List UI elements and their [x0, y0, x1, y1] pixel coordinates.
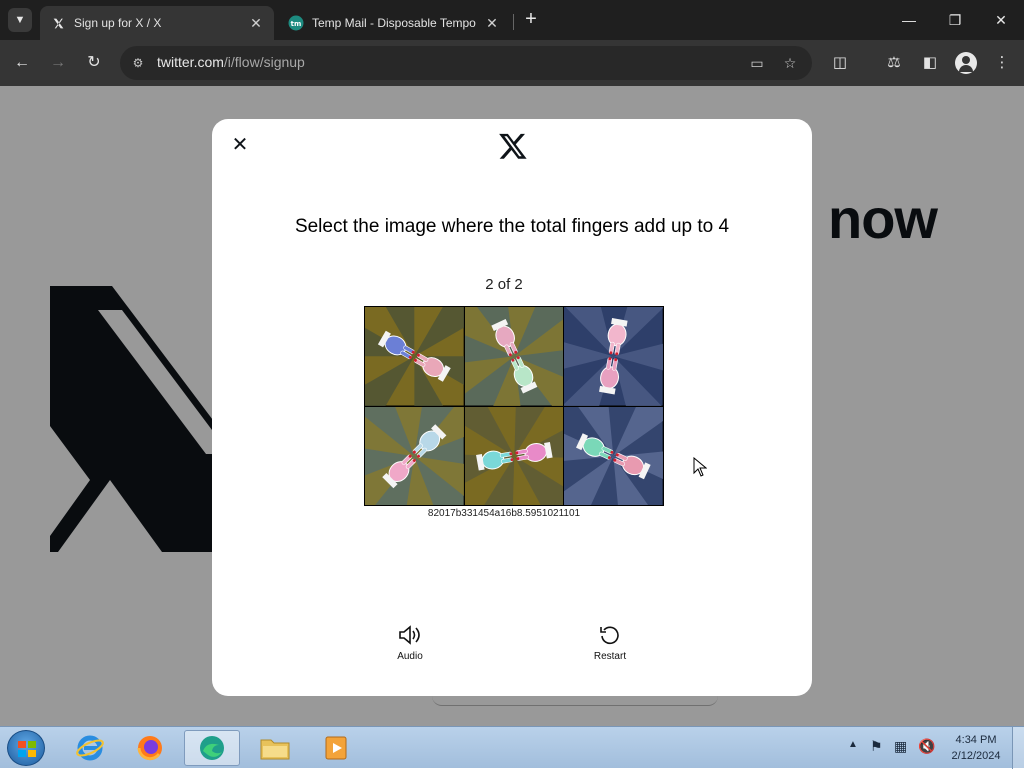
browser-tab-bar: ▼ Sign up for X / X ✕ tm Temp Mail - Dis… — [0, 0, 1024, 40]
firefox-icon[interactable] — [122, 730, 178, 766]
url-domain: twitter.com — [157, 54, 224, 70]
network-icon[interactable]: ▦ — [894, 738, 907, 780]
menu-kebab-icon[interactable]: ⋮ — [991, 52, 1013, 74]
tab-title: Sign up for X / X — [74, 16, 162, 30]
close-icon[interactable]: ✕ — [228, 133, 252, 157]
media-player-icon[interactable] — [308, 730, 364, 766]
captcha-tile-6[interactable] — [564, 406, 663, 505]
page-content: now ✕ Select the image where the total f… — [0, 86, 1024, 726]
x-logo-icon — [50, 15, 66, 31]
tab-title: Temp Mail - Disposable Tempo — [312, 16, 476, 30]
system-clock[interactable]: 4:34 PM 2/12/2024 — [946, 732, 1006, 764]
reload-icon[interactable]: ↻ — [82, 51, 106, 75]
url-text[interactable]: twitter.com/i/flow/signup — [157, 54, 305, 70]
tab-close-icon[interactable]: ✕ — [248, 15, 264, 32]
install-app-icon[interactable]: ▭ — [748, 54, 766, 72]
captcha-tile-2[interactable] — [464, 307, 564, 406]
tab-close-icon[interactable]: ✕ — [484, 15, 500, 32]
tab-separator — [513, 14, 514, 30]
x-logo-icon — [499, 133, 527, 159]
restore-icon[interactable]: ❐ — [932, 8, 978, 32]
restart-button[interactable]: Restart — [580, 624, 640, 662]
minimize-icon[interactable]: — — [886, 8, 932, 32]
new-tab-plus-icon[interactable]: + — [520, 8, 542, 30]
speaker-icon — [380, 624, 440, 650]
restart-label: Restart — [593, 651, 627, 662]
clock-time: 4:34 PM — [955, 734, 997, 746]
start-button[interactable] — [7, 730, 45, 766]
signup-modal: ✕ Select the image where the total finge… — [212, 119, 812, 696]
forward-arrow-icon[interactable]: → — [46, 51, 70, 75]
audio-label: Audio — [397, 651, 423, 662]
file-explorer-icon[interactable] — [247, 730, 303, 766]
mouse-cursor-icon — [693, 457, 707, 477]
audio-button[interactable]: Audio — [380, 624, 440, 662]
windows-taskbar: ▲ ⚑ ▦ 🔇 4:34 PM 2/12/2024 — [0, 726, 1024, 769]
profile-avatar-icon[interactable] — [955, 52, 977, 74]
internet-explorer-icon[interactable] — [62, 730, 118, 766]
labs-flask-icon[interactable]: ⚖ — [883, 52, 905, 74]
bookmark-star-icon[interactable]: ☆ — [781, 54, 799, 72]
browser-toolbar: ← → ↻ ⚙ twitter.com/i/flow/signup ▭ ☆ ◫ … — [0, 40, 1024, 86]
tile-image — [365, 406, 464, 505]
tray-overflow-icon[interactable]: ▲ — [848, 739, 858, 781]
edge-browser-icon[interactable] — [184, 730, 240, 766]
address-bar[interactable]: ⚙ twitter.com/i/flow/signup ▭ ☆ — [120, 46, 812, 80]
captcha-counter: 2 of 2 — [485, 276, 523, 293]
captcha-prompt: Select the image where the total fingers… — [294, 216, 730, 237]
tile-image — [564, 406, 663, 505]
action-center-flag-icon[interactable]: ⚑ — [870, 738, 883, 780]
captcha-tile-4[interactable] — [365, 406, 464, 505]
captcha-image-grid — [364, 306, 664, 506]
tile-image — [464, 307, 564, 406]
volume-muted-icon[interactable]: 🔇 — [918, 738, 935, 780]
svg-text:tm: tm — [291, 20, 302, 28]
tab-tempmail[interactable]: tm Temp Mail - Disposable Tempo ✕ — [278, 6, 510, 40]
clock-date: 2/12/2024 — [951, 750, 1001, 762]
tile-image — [464, 406, 564, 505]
side-panel-icon[interactable]: ◧ — [919, 52, 941, 74]
captcha-tile-5[interactable] — [464, 406, 564, 505]
url-path: /i/flow/signup — [223, 54, 305, 70]
captcha-tile-1[interactable] — [365, 307, 464, 406]
show-desktop-button[interactable] — [1012, 727, 1024, 769]
captcha-session-id: 82017b331454a16b8.5951021101 — [427, 508, 581, 519]
restart-icon — [580, 624, 640, 650]
tempmail-icon: tm — [288, 15, 304, 31]
tile-image — [564, 307, 663, 406]
tile-image — [365, 307, 464, 406]
site-settings-icon[interactable]: ⚙ — [130, 55, 146, 71]
captcha-tile-3[interactable] — [564, 307, 663, 406]
extensions-icon[interactable]: ◫ — [829, 52, 851, 74]
window-close-icon[interactable]: ✕ — [978, 8, 1024, 32]
back-arrow-icon[interactable]: ← — [10, 51, 34, 75]
tab-signup[interactable]: Sign up for X / X ✕ — [40, 6, 274, 40]
tab-search-chevron-icon[interactable]: ▼ — [8, 8, 32, 32]
windows-logo-icon — [18, 741, 36, 757]
